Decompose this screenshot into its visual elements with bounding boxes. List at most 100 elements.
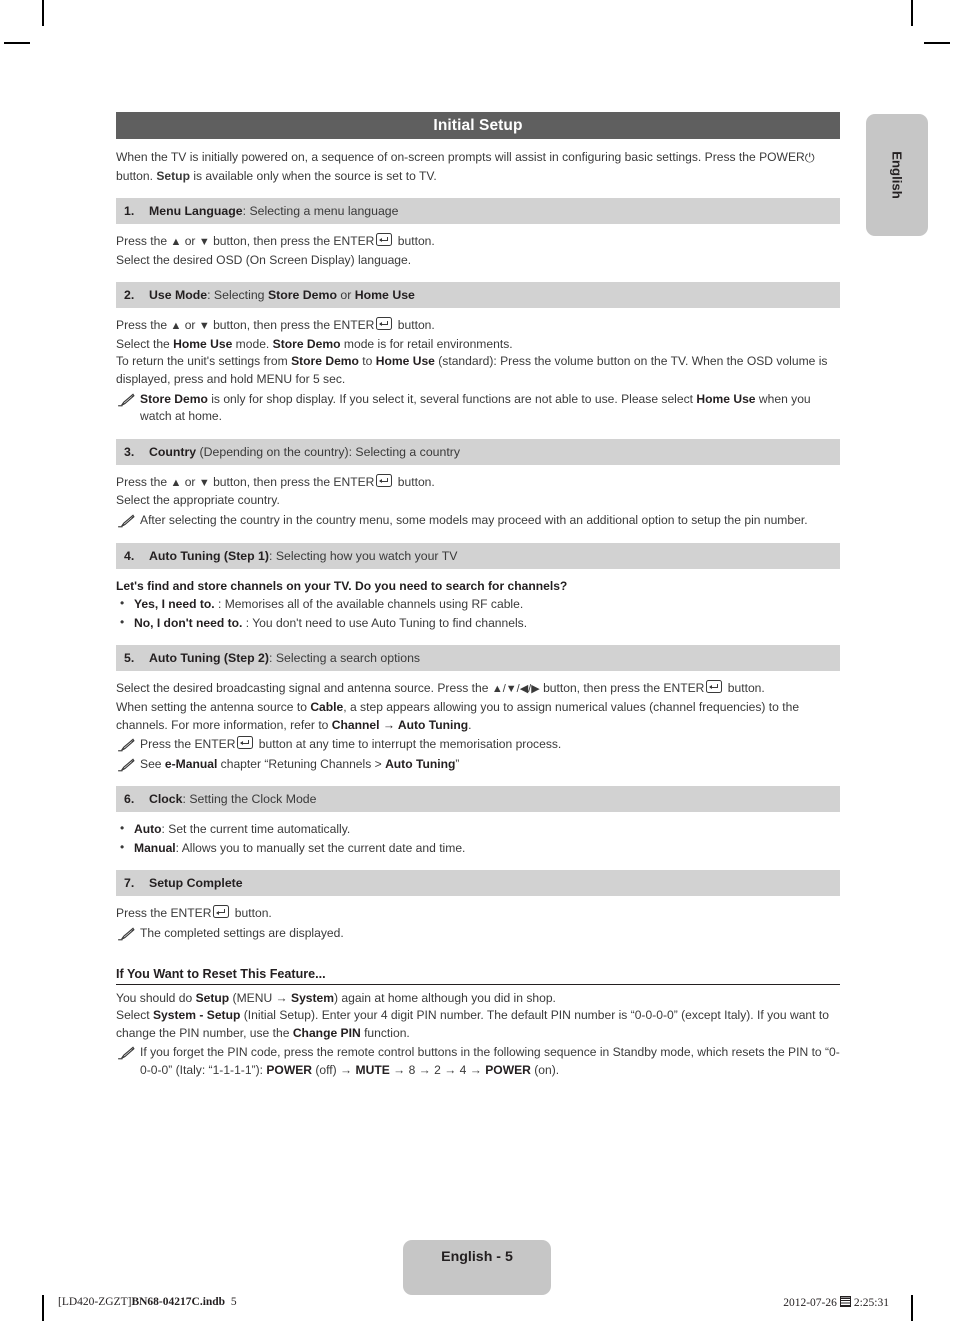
- body-text: button, then press the ENTER: [209, 318, 375, 333]
- setup-label: Setup: [156, 168, 190, 183]
- note-text: POWER: [266, 1063, 313, 1078]
- note-text: After selecting the country in the count…: [140, 512, 808, 527]
- section-title: Menu Language: [149, 204, 243, 218]
- section-header-menu-language: 1. Menu Language: Selecting a menu langua…: [116, 198, 840, 224]
- page-number-label: English - 5: [441, 1249, 513, 1265]
- body-text: Channel → Auto Tuning: [331, 717, 469, 732]
- list-item: Manual: Allows you to manually set the c…: [116, 839, 840, 858]
- body-text: Select the: [116, 336, 174, 351]
- note-text: Press the ENTER: [140, 737, 236, 752]
- body-text: to: [358, 354, 376, 369]
- note-row: Press the ENTER button at any time to in…: [116, 736, 840, 754]
- pencil-note-icon: [118, 738, 135, 752]
- body-text: button.: [394, 474, 435, 489]
- body-text: button.: [724, 681, 765, 696]
- body-text: You should do: [116, 990, 196, 1005]
- body-line: When setting the antenna source to Cable…: [116, 699, 840, 734]
- body-line: Select the appropriate country.: [116, 493, 280, 508]
- footer-date: 2012-07-26: [783, 1297, 837, 1309]
- section-body-setup-complete: Press the ENTER button. The completed se…: [116, 905, 840, 942]
- arrow-up-icon: ▲: [170, 236, 182, 248]
- body-text: or: [181, 234, 199, 248]
- section-number: 4.: [124, 548, 135, 563]
- intro-text-1: When the TV is initially powered on, a s…: [116, 150, 760, 164]
- body-text: Press the ENTER: [116, 906, 212, 921]
- body-text: Press the: [116, 318, 171, 333]
- body-text: Change PIN: [292, 1025, 361, 1040]
- section-subtitle: (Depending on the country): Selecting a …: [196, 444, 460, 459]
- enter-key-icon: [376, 317, 393, 331]
- arrow-down-icon: ▼: [198, 476, 210, 489]
- section-body-menu-language: Press the ▲ or ▼ button, then press the …: [116, 233, 840, 269]
- crop-mark-bottom-left: [42, 1295, 44, 1321]
- bullet-text: : Memorises all of the available channel…: [214, 597, 524, 612]
- body-text: button, then press the ENTER: [209, 474, 375, 489]
- arrow-down-icon: ▼: [198, 320, 210, 333]
- section-header-auto-tuning-1: 4. Auto Tuning (Step 1): Selecting how yo…: [116, 542, 840, 569]
- section-title: Country: [149, 444, 197, 459]
- body-text: Store Demo: [272, 336, 341, 351]
- pencil-note-icon: [118, 1046, 135, 1060]
- crop-mark-bottom-right: [911, 1295, 913, 1321]
- body-text: System - Setup: [152, 1008, 241, 1023]
- body-text: or: [181, 474, 199, 489]
- section-subtitle: : Setting the Clock Mode: [182, 792, 317, 807]
- section-number: 1.: [124, 204, 135, 218]
- body-line: To return the unit's settings from Store…: [116, 353, 840, 388]
- manual-page: English Initial Setup When the TV is ini…: [0, 0, 954, 1321]
- bullet-label: No, I don't need to.: [134, 615, 243, 630]
- note-text: ”: [455, 756, 460, 771]
- section-title: Auto Tuning (Step 1): [149, 548, 269, 563]
- footer-filename: BN68-04217C.indb: [131, 1296, 226, 1308]
- body-text: Let's find and store channels on your TV…: [116, 578, 568, 593]
- note-row: Store Demo is only for shop display. If …: [116, 391, 840, 426]
- section-subtitle: : Selecting a menu language: [242, 204, 399, 218]
- body-text: System: [291, 990, 335, 1005]
- crop-mark-top-right: [911, 0, 913, 26]
- note-text: chapter “Retuning Channels >: [217, 756, 386, 771]
- note-text: (on).: [530, 1063, 560, 1078]
- section-number: 3.: [124, 444, 135, 459]
- power-icon: ⏻: [804, 151, 815, 165]
- note-text: Home Use: [696, 391, 756, 406]
- note-text: e-Manual: [164, 756, 218, 771]
- language-tab: English: [866, 114, 928, 236]
- section-body-clock: Auto: Set the current time automatically…: [116, 820, 840, 858]
- missing-glyph-icon: [839, 1296, 851, 1307]
- section-header-country: 3. Country (Depending on the country): Se…: [116, 438, 840, 465]
- footer-timestamp: 2012-07-26 2:25:31: [783, 1296, 889, 1309]
- note-text: See: [140, 756, 165, 771]
- enter-key-icon: [376, 473, 393, 487]
- arrow-up-icon: ▲: [170, 476, 182, 489]
- footer-page-num: 5: [230, 1296, 237, 1308]
- body-text: (MENU →: [229, 990, 291, 1005]
- note-row: If you forget the PIN code, press the re…: [116, 1044, 840, 1079]
- crop-mark-top-left: [42, 0, 44, 26]
- section-header-setup-complete: 7. Setup Complete: [116, 870, 840, 897]
- body-line: Select the desired OSD (On Screen Displa…: [116, 252, 412, 267]
- arrow-up-icon: ▲: [170, 320, 182, 333]
- note-text: → 8 → 2 → 4 →: [389, 1063, 486, 1078]
- bullet-label: Manual: [134, 840, 176, 855]
- section-body-country: Press the ▲ or ▼ button, then press the …: [116, 473, 840, 530]
- body-line: Press the ▲ or ▼ button, then press the …: [116, 233, 840, 252]
- section-number: 2.: [124, 288, 135, 303]
- body-line: Select System - Setup (Initial Setup). E…: [116, 1007, 840, 1042]
- body-line: Press the ▲ or ▼ button, then press the …: [116, 317, 840, 336]
- section-number: 7.: [124, 876, 135, 891]
- body-text: Setup: [195, 990, 230, 1005]
- crop-mark-left-top: [4, 42, 30, 44]
- note-text: button at any time to interrupt the memo…: [255, 737, 562, 752]
- body-text: Home Use: [173, 336, 233, 351]
- note-row: The completed settings are displayed.: [116, 925, 840, 943]
- body-line: Select the Home Use mode. Store Demo mod…: [116, 336, 840, 354]
- body-text: button, then press the ENTER: [209, 234, 375, 248]
- language-tab-label: English: [889, 151, 905, 199]
- section-body-auto-tuning-2: Select the desired broadcasting signal a…: [116, 680, 840, 773]
- section-title: Auto Tuning (Step 2): [149, 651, 269, 666]
- body-text: Store Demo: [291, 354, 359, 369]
- store-demo-label: Store Demo: [267, 288, 337, 303]
- reset-feature-body: You should do Setup (MENU → System) agai…: [116, 990, 840, 1080]
- pencil-note-icon: [118, 927, 135, 941]
- section-header-auto-tuning-2: 5. Auto Tuning (Step 2): Selecting a sear…: [116, 645, 840, 672]
